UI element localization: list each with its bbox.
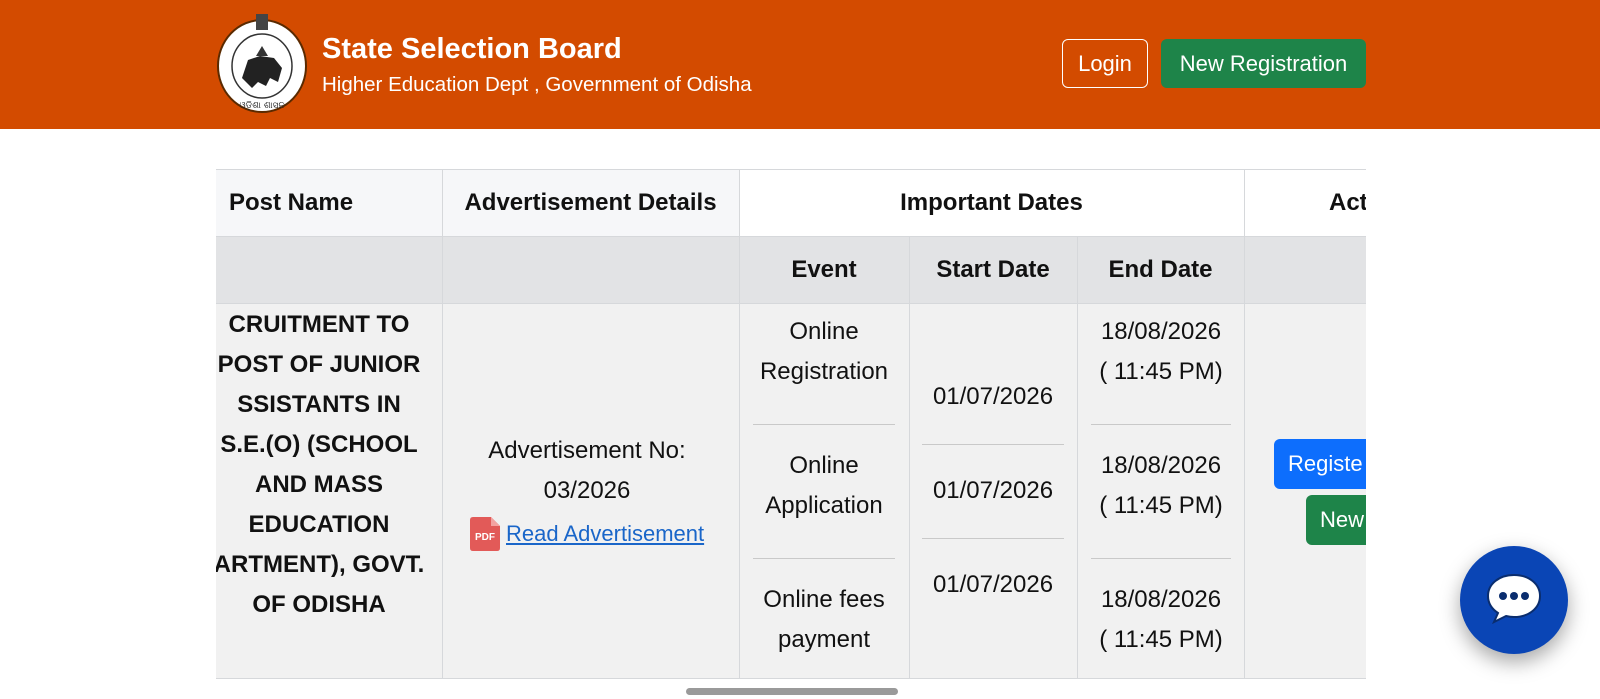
post-name-line: ARTMENT), GOVT. <box>216 551 425 578</box>
event-online-registration: Online Registration <box>759 318 889 385</box>
post-name-line: CRUITMENT TO <box>228 311 410 338</box>
chat-button[interactable] <box>1460 546 1568 654</box>
new-registration-button[interactable]: New Registration <box>1161 39 1366 88</box>
chat-bubble-icon <box>1485 572 1543 629</box>
column-header-start-date: Start Date <box>909 236 1077 303</box>
home-indicator <box>686 688 898 695</box>
post-name-text: CRUITMENT TO POST OF JUNIOR SSISTANTS IN… <box>216 305 442 625</box>
column-header-important-dates: Important Dates <box>739 169 1244 236</box>
column-header-event: Event <box>739 236 909 303</box>
recruitment-table: Post Name Advertisement Details Importan… <box>216 169 1366 679</box>
start-date: 01/07/2026 <box>932 571 1054 598</box>
column-header-post-name: Post Name <box>216 169 442 236</box>
svg-text:ଓଡ଼ିଶା ଶାସନ: ଓଡ଼ିଶା ଶାସନ <box>239 100 284 111</box>
start-date: 01/07/2026 <box>932 477 1054 504</box>
advertisement-number: Advertisement No: 03/2026 <box>438 431 736 511</box>
end-date: 18/08/2026 ( 11:45 PM) <box>1099 452 1223 519</box>
site-header: ଓଡ଼ିଶା ଶାସନ State Selection Board Higher… <box>0 0 1600 129</box>
advertisement-no-value: 03/2026 <box>543 477 631 504</box>
event-online-application: Online Application <box>765 452 883 519</box>
post-name-line: AND MASS <box>254 471 383 498</box>
post-name-line: SSISTANTS IN <box>237 391 401 418</box>
column-header-action: Act <box>1244 169 1366 236</box>
register-button[interactable]: Registe <box>1274 439 1366 489</box>
site-title: State Selection Board <box>322 33 622 65</box>
advertisement-no-label: Advertisement No: <box>488 437 686 464</box>
login-button[interactable]: Login <box>1062 39 1148 88</box>
post-name-line: EDUCATION <box>248 511 390 538</box>
pdf-icon: PDF <box>470 517 500 551</box>
read-advertisement-row[interactable]: PDF Read Advertisement <box>470 517 704 551</box>
read-advertisement-link[interactable]: Read Advertisement <box>506 521 704 547</box>
column-header-end-date: End Date <box>1077 236 1244 303</box>
column-header-advertisement-details: Advertisement Details <box>442 169 739 236</box>
odisha-emblem-icon: ଓଡ଼ିଶା ଶାସନ <box>216 12 308 114</box>
end-date: 18/08/2026 ( 11:45 PM) <box>1099 318 1223 385</box>
site-subtitle: Higher Education Dept , Government of Od… <box>322 73 752 96</box>
post-name-line: POST OF JUNIOR <box>217 351 421 378</box>
new-button[interactable]: New <box>1306 495 1366 545</box>
start-date: 01/07/2026 <box>932 383 1054 410</box>
end-date: 18/08/2026 ( 11:45 PM) <box>1099 586 1223 653</box>
subheader-blank <box>216 236 739 303</box>
post-name-line: S.E.(O) (SCHOOL <box>220 431 418 458</box>
event-online-fees-payment: Online fees payment <box>763 586 885 653</box>
svg-text:PDF: PDF <box>475 532 495 543</box>
post-name-line: OF ODISHA <box>252 591 386 618</box>
subheader-action-blank <box>1244 236 1366 303</box>
